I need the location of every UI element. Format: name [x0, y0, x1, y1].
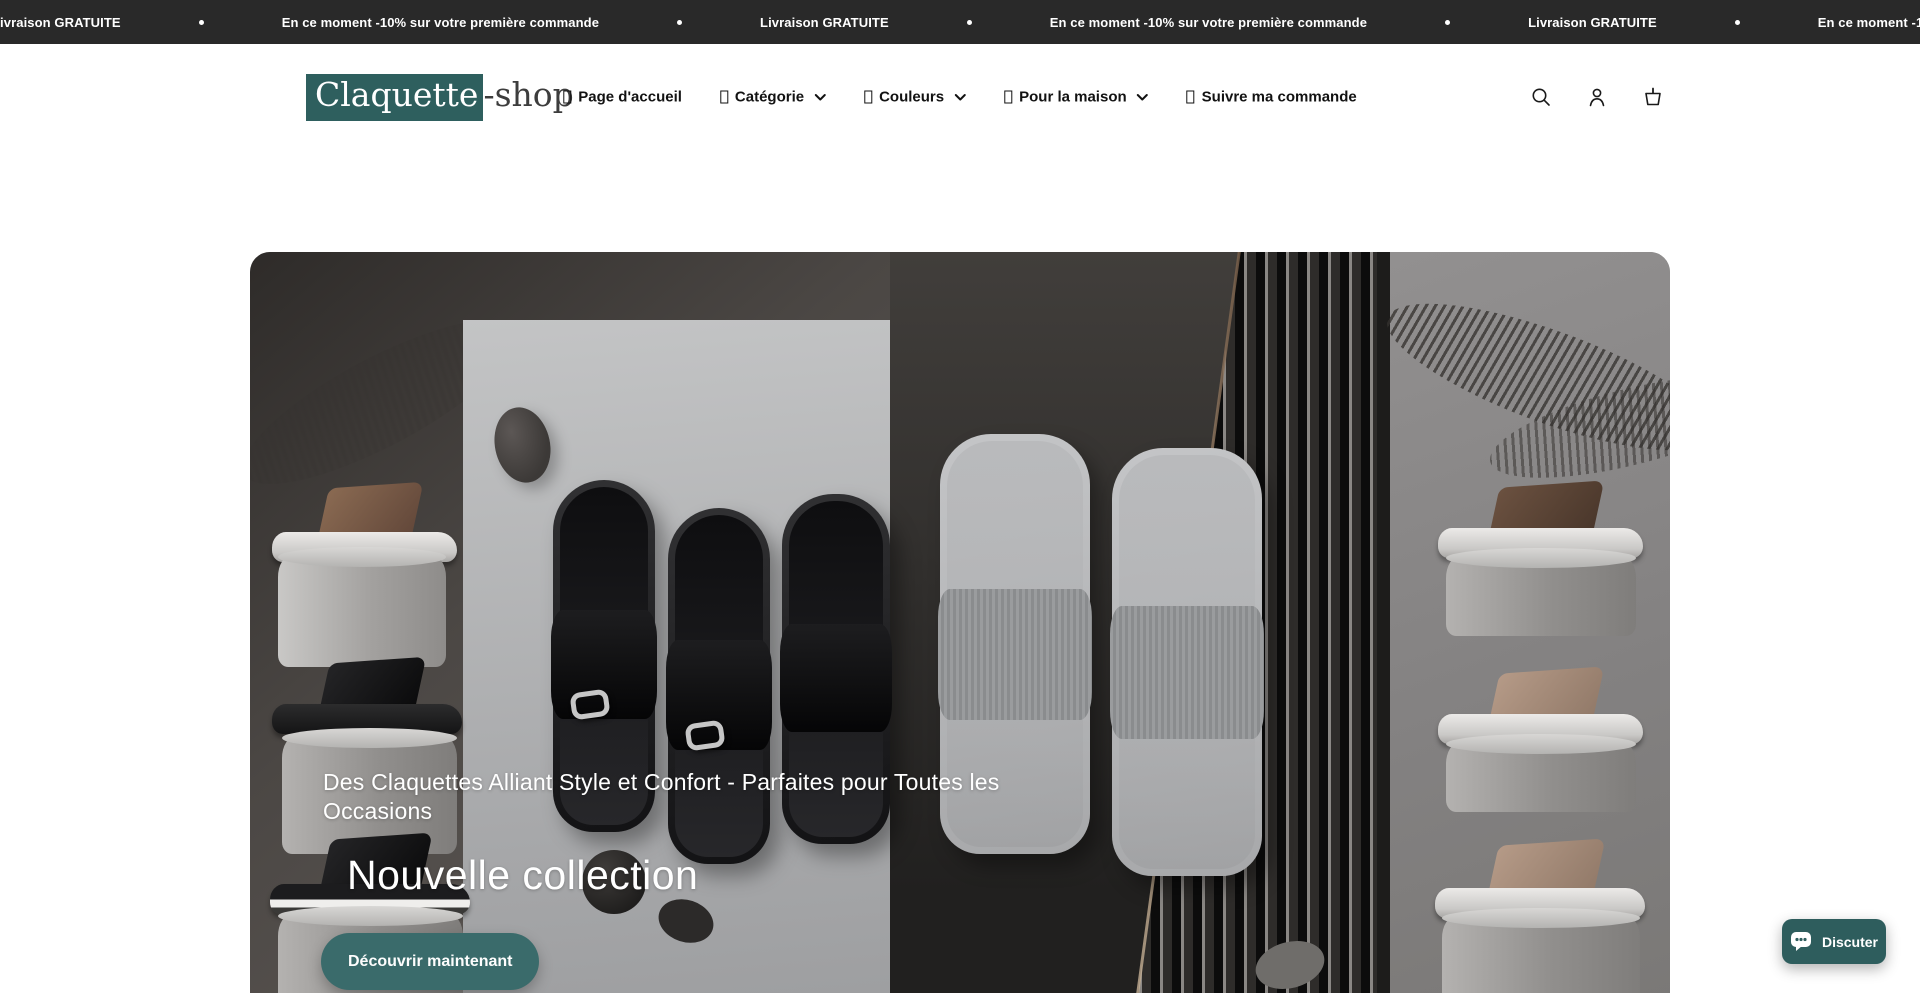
pedestal-decor	[1442, 916, 1640, 993]
chevron-down-icon	[814, 93, 826, 101]
announcement-message: Livraison GRATUITE	[760, 15, 889, 30]
missing-glyph-icon	[720, 91, 728, 104]
nav-item-label: Couleurs	[879, 89, 944, 106]
chevron-down-icon	[1137, 93, 1149, 101]
hero-subtitle: Des Claquettes Alliant Style et Confort …	[323, 768, 1113, 827]
nav-item-pour-la-maison[interactable]: Pour la maison	[1004, 89, 1149, 106]
separator-dot	[967, 20, 972, 25]
logo-suffix: -shop	[483, 75, 573, 114]
logo-highlight: Claquette	[306, 74, 483, 121]
pedestal-decor	[1446, 556, 1636, 636]
separator-dot	[1735, 20, 1740, 25]
nav-item-categorie[interactable]: Catégorie	[720, 89, 826, 106]
chat-widget-button[interactable]: Discuter	[1782, 919, 1886, 964]
site-header: Claquette-shop Page d'accueil Catégorie Co…	[0, 44, 1920, 150]
announcement-message: En ce moment -10% sur votre première com…	[1050, 15, 1367, 30]
search-icon	[1529, 85, 1553, 109]
store-logo[interactable]: Claquette-shop	[306, 74, 574, 121]
cart-button[interactable]	[1636, 80, 1670, 114]
missing-glyph-icon	[1187, 91, 1195, 104]
chevron-down-icon	[954, 93, 966, 101]
announcement-message: En ce moment -10% sur votre première com…	[282, 15, 599, 30]
slide-graphic-black-left	[272, 650, 462, 734]
missing-glyph-icon	[563, 91, 571, 104]
nav-item-label: Page d'accueil	[578, 89, 682, 106]
nav-item-label: Suivre ma commande	[1202, 89, 1357, 106]
header-icons	[1524, 80, 1670, 114]
chat-bubble-icon	[1790, 931, 1814, 952]
nav-item-page-daccueil[interactable]: Page d'accueil	[563, 89, 682, 106]
slide-graphic-brown-right	[1438, 474, 1643, 558]
search-button[interactable]	[1524, 80, 1558, 114]
nav-item-label: Catégorie	[735, 89, 804, 106]
announcement-message: Livraison GRATUITE	[0, 15, 121, 30]
nav-item-couleurs[interactable]: Couleurs	[864, 89, 966, 106]
slide-graphic-tan-right-2	[1435, 832, 1645, 918]
slide-graphic-gray-2	[1112, 448, 1262, 876]
announcement-bar: Livraison GRATUITE En ce moment -10% sur …	[0, 0, 1920, 44]
wall-divider-decor	[1377, 252, 1390, 993]
hero-banner: Des Claquettes Alliant Style et Confort …	[250, 252, 1670, 993]
separator-dot	[677, 20, 682, 25]
missing-glyph-icon	[1004, 91, 1012, 104]
announcement-message: En ce moment -10% sur votre première com…	[1818, 15, 1920, 30]
discover-now-button[interactable]: Découvrir maintenant	[321, 933, 539, 990]
announcement-message: Livraison GRATUITE	[1528, 15, 1657, 30]
account-button[interactable]	[1580, 80, 1614, 114]
nav-item-suivre-ma-commande[interactable]: Suivre ma commande	[1187, 89, 1357, 106]
pedestal-decor	[1446, 742, 1636, 812]
account-icon	[1585, 85, 1609, 109]
missing-glyph-icon	[864, 91, 872, 104]
separator-dot	[1445, 20, 1450, 25]
main-nav: Page d'accueil Catégorie Couleurs Pour la m…	[563, 89, 1356, 106]
cart-icon	[1640, 84, 1666, 110]
announcement-marquee: Livraison GRATUITE En ce moment -10% sur …	[0, 0, 1920, 44]
hero-title: Nouvelle collection	[347, 852, 698, 899]
separator-dot	[199, 20, 204, 25]
nav-item-label: Pour la maison	[1019, 89, 1127, 106]
slide-graphic-tan-right	[1438, 660, 1643, 744]
chat-widget-label: Discuter	[1822, 934, 1878, 950]
